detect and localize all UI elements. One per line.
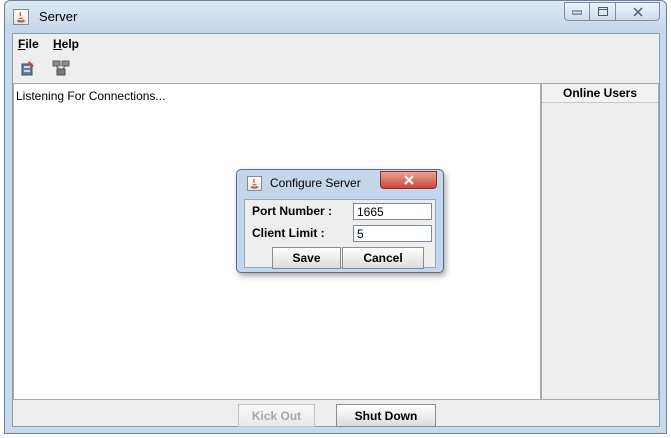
minimize-icon bbox=[572, 10, 582, 14]
window-title: Server bbox=[39, 9, 78, 24]
dialog-body: Port Number : Client Limit : Save Cancel bbox=[244, 199, 436, 269]
close-button[interactable] bbox=[616, 2, 660, 21]
minimize-button[interactable] bbox=[564, 2, 590, 21]
port-number-label: Port Number : bbox=[252, 204, 333, 218]
window-controls bbox=[564, 2, 660, 21]
network-button[interactable] bbox=[50, 57, 72, 79]
menu-bar: File Help bbox=[13, 34, 659, 53]
java-app-icon bbox=[13, 9, 29, 25]
configure-server-dialog: Configure Server Port Number : Client Li… bbox=[236, 169, 444, 273]
network-icon bbox=[52, 60, 70, 76]
log-line: Listening For Connections... bbox=[16, 89, 166, 103]
configure-button[interactable] bbox=[17, 57, 39, 79]
close-icon bbox=[403, 175, 414, 185]
dialog-title: Configure Server bbox=[270, 176, 361, 190]
menu-file[interactable]: File bbox=[18, 37, 39, 51]
client-limit-field[interactable] bbox=[353, 225, 432, 242]
close-icon bbox=[632, 6, 643, 17]
maximize-button[interactable] bbox=[590, 2, 616, 21]
port-number-field[interactable] bbox=[353, 203, 432, 220]
title-bar[interactable]: Server bbox=[5, 1, 666, 33]
kick-out-button[interactable]: Kick Out bbox=[238, 404, 315, 427]
dialog-close-button[interactable] bbox=[380, 171, 437, 189]
toolbar bbox=[13, 53, 659, 83]
online-users-panel[interactable]: Online Users bbox=[541, 83, 659, 400]
save-button[interactable]: Save bbox=[272, 247, 341, 269]
configure-server-icon bbox=[21, 61, 34, 76]
client-limit-label: Client Limit : bbox=[252, 226, 325, 240]
menu-help[interactable]: Help bbox=[53, 37, 79, 51]
bottom-button-bar: Kick Out Shut Down bbox=[13, 400, 659, 427]
java-app-icon bbox=[247, 176, 262, 191]
cancel-button[interactable]: Cancel bbox=[342, 247, 424, 269]
menu-help-mnemonic: H bbox=[53, 37, 62, 51]
shut-down-button[interactable]: Shut Down bbox=[336, 404, 436, 427]
menu-help-label: elp bbox=[61, 37, 80, 51]
maximize-icon bbox=[597, 7, 608, 16]
menu-file-label: ile bbox=[25, 37, 39, 51]
dialog-title-bar[interactable]: Configure Server bbox=[237, 170, 443, 194]
online-users-header: Online Users bbox=[542, 84, 658, 103]
